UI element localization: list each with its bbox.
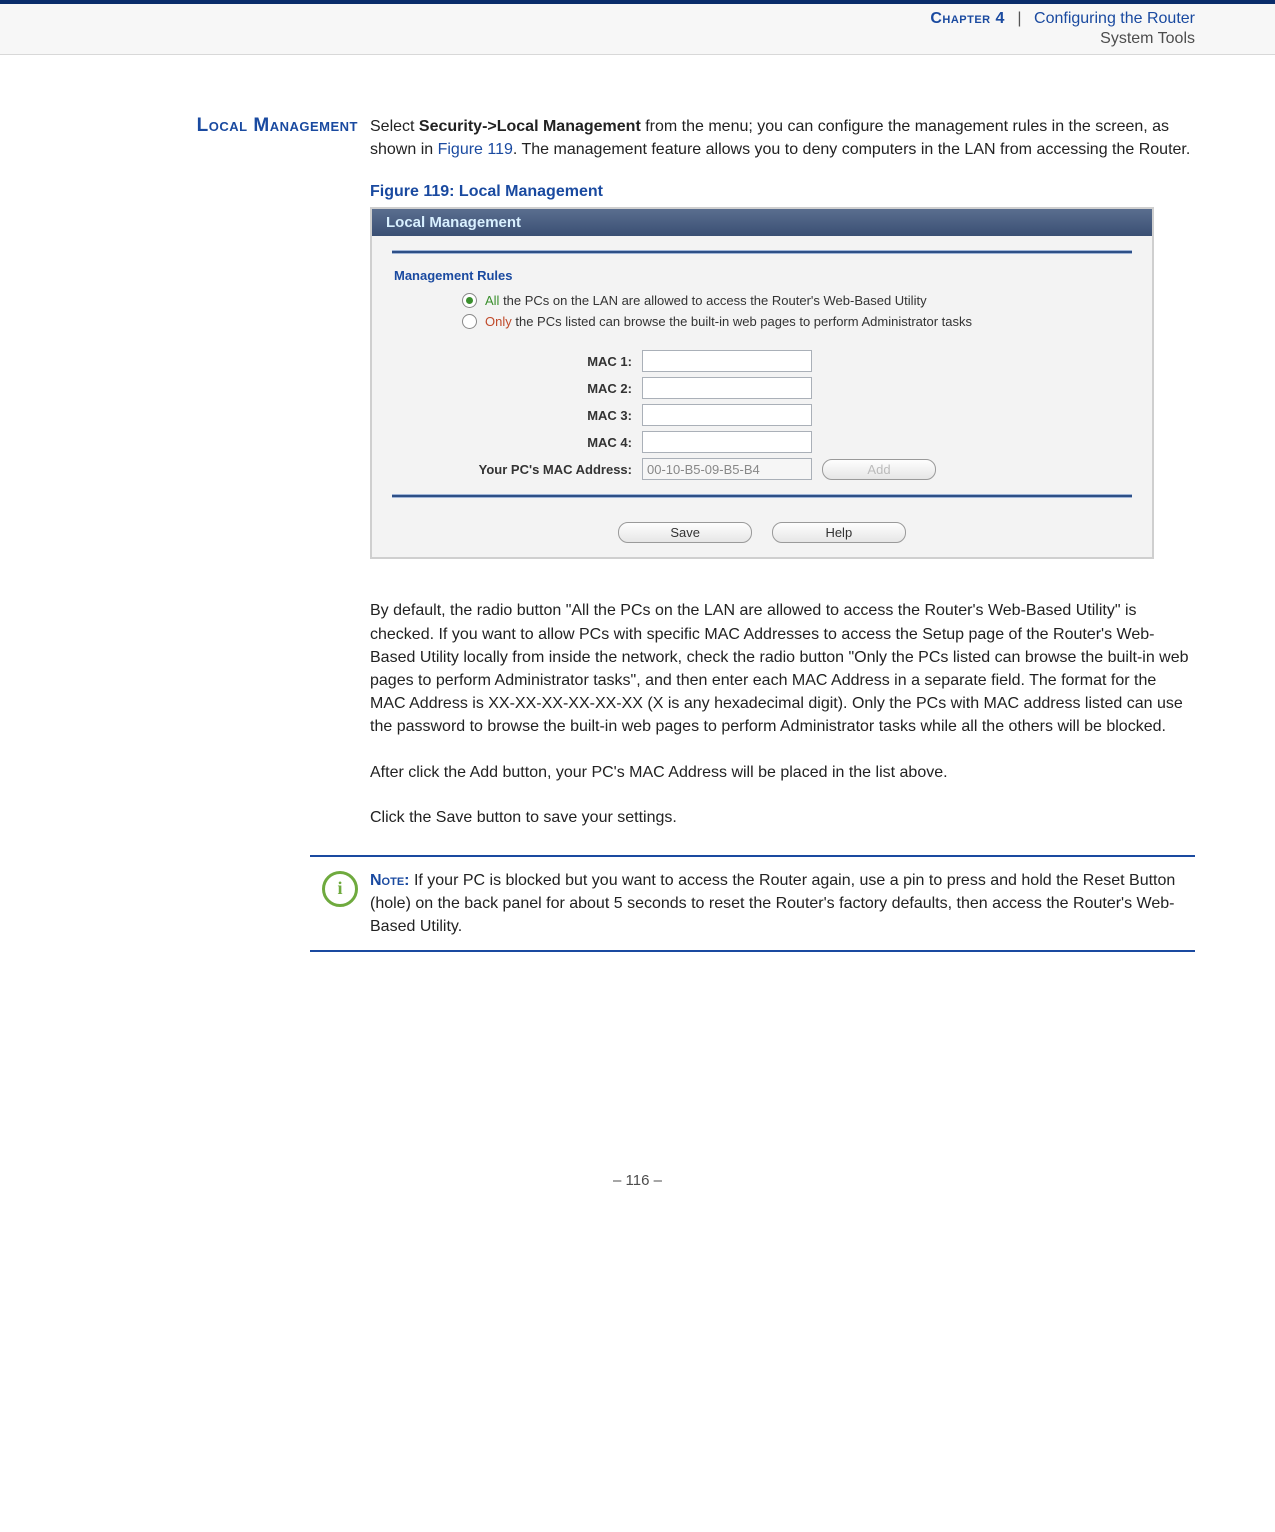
save-button[interactable]: Save [618, 522, 752, 543]
chapter-title: Configuring the Router [1034, 10, 1195, 27]
chapter-label: Chapter 4 [930, 10, 1005, 27]
header-subtitle: System Tools [0, 30, 1195, 48]
intro-text: . The management feature allows you to d… [513, 141, 1190, 158]
radio-icon [462, 293, 477, 308]
intro-menu-path: Security->Local Management [419, 118, 641, 135]
body-paragraph-2: After click the Add button, your PC's MA… [370, 761, 1195, 784]
help-button[interactable]: Help [772, 522, 906, 543]
figure-reference-link[interactable]: Figure 119 [438, 141, 513, 158]
figure-titlebar: Local Management [372, 209, 1152, 236]
mac3-label: MAC 3: [372, 408, 642, 423]
page-number: – 116 – [0, 952, 1275, 1219]
intro-paragraph: Select Security->Local Management from t… [370, 115, 1195, 161]
figure-divider [392, 250, 1132, 254]
mac2-label: MAC 2: [372, 381, 642, 396]
radio-option-only[interactable]: Only the PCs listed can browse the built… [462, 314, 1152, 329]
body-paragraph-3: Click the Save button to save your setti… [370, 806, 1195, 829]
figure-caption: Figure 119: Local Management [370, 183, 1195, 201]
figure-subheading: Management Rules [394, 268, 1130, 283]
intro-text: Select [370, 118, 419, 135]
figure-local-management: Local Management Management Rules All th… [370, 207, 1154, 559]
note-text: If your PC is blocked but you want to ac… [370, 872, 1175, 935]
section-heading: Local Management [120, 115, 370, 137]
note-block: i Note: If your PC is blocked but you wa… [310, 855, 1195, 953]
radio-label-highlight: All [485, 293, 499, 308]
body-paragraph-1: By default, the radio button "All the PC… [370, 599, 1195, 738]
radio-option-all[interactable]: All the PCs on the LAN are allowed to ac… [462, 293, 1152, 308]
radio-label-text: the PCs on the LAN are allowed to access… [499, 293, 926, 308]
add-button[interactable]: Add [822, 459, 936, 480]
mac1-label: MAC 1: [372, 354, 642, 369]
mac4-label: MAC 4: [372, 435, 642, 450]
figure-divider [392, 494, 1132, 498]
mac3-input[interactable] [642, 404, 812, 426]
divider: | [1017, 10, 1021, 27]
info-icon: i [322, 871, 358, 907]
note-label: Note: [370, 872, 410, 889]
mac2-input[interactable] [642, 377, 812, 399]
page-header: Chapter 4 | Configuring the Router Syste… [0, 0, 1275, 55]
radio-icon [462, 314, 477, 329]
radio-label-highlight: Only [485, 314, 512, 329]
radio-label-text: the PCs listed can browse the built-in w… [512, 314, 972, 329]
mac1-input[interactable] [642, 350, 812, 372]
mac4-input[interactable] [642, 431, 812, 453]
your-mac-value: 00-10-B5-09-B5-B4 [642, 458, 812, 480]
your-mac-label: Your PC's MAC Address: [372, 462, 642, 477]
